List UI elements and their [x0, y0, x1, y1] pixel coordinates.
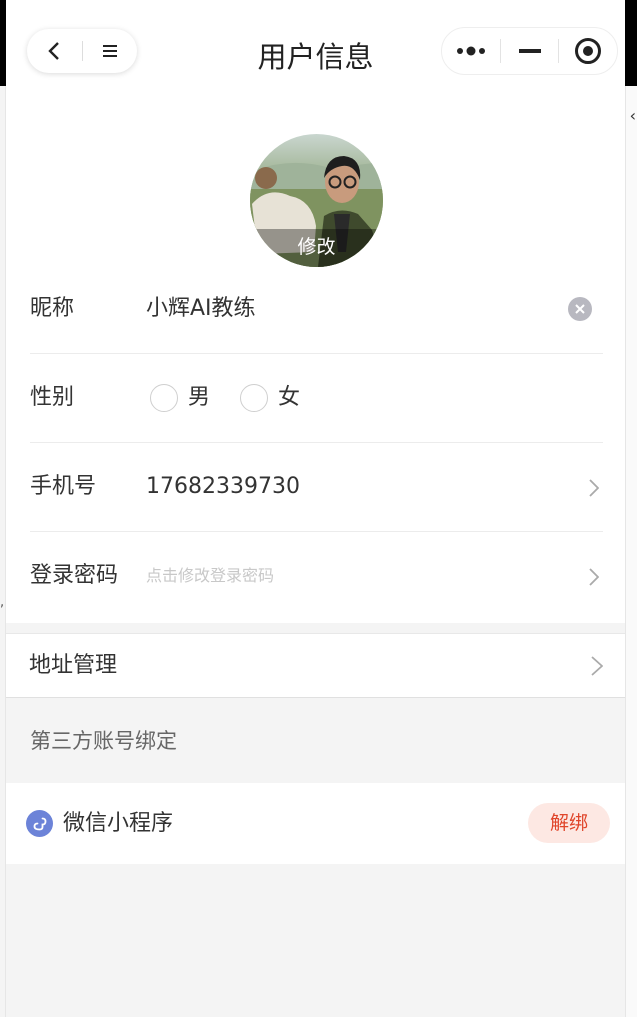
phone-label: 手机号 [30, 474, 97, 499]
gender-male-label[interactable]: 男 [188, 354, 210, 442]
phone-value: 17682339730 [146, 474, 300, 499]
gender-male-radio[interactable] [150, 384, 178, 412]
wechat-mini-program-label: 微信小程序 [63, 811, 174, 836]
address-management-row[interactable]: 地址管理 [6, 633, 625, 698]
gender-female-radio[interactable] [240, 384, 268, 412]
nickname-row[interactable]: 昵称 小辉AI教练 [30, 265, 603, 354]
chevron-right-icon [591, 656, 603, 676]
nickname-label: 昵称 [30, 296, 75, 321]
chevron-right-icon [589, 479, 599, 497]
mini-program-page: 用户信息 修改 昵称 小辉AI教练 性别 男 女 手机号 17682339730… [6, 0, 625, 1017]
background-text-mark: , [0, 595, 5, 610]
chevron-left-icon: ‹ [629, 106, 636, 125]
more-dots-icon [456, 46, 485, 56]
gender-row: 性别 男 女 [30, 354, 603, 443]
link-icon [33, 817, 46, 830]
navigation-bar: 用户信息 [6, 0, 625, 100]
avatar-edit-label[interactable]: 修改 [250, 229, 383, 267]
gender-label: 性别 [30, 385, 75, 410]
clear-nickname-button[interactable] [568, 297, 592, 321]
clear-icon [575, 304, 585, 314]
phone-row[interactable]: 手机号 17682339730 [30, 443, 603, 532]
third-party-section-title: 第三方账号绑定 [30, 729, 177, 753]
more-button[interactable] [442, 28, 500, 74]
close-target-icon [575, 38, 602, 64]
avatar[interactable]: 修改 [250, 134, 383, 267]
password-placeholder: 点击修改登录密码 [146, 566, 275, 585]
password-label: 登录密码 [30, 563, 119, 588]
gender-female-label[interactable]: 女 [278, 354, 300, 442]
minimize-button[interactable] [501, 28, 559, 74]
profile-form-card: 修改 昵称 小辉AI教练 性别 男 女 手机号 17682339730 登录密码… [6, 100, 625, 623]
minimize-icon [518, 49, 541, 53]
address-label: 地址管理 [29, 653, 118, 678]
mini-program-icon [26, 810, 53, 837]
background-window-edge-right [625, 86, 637, 1017]
nickname-input[interactable]: 小辉AI教练 [146, 265, 256, 353]
nav-capsule-right [441, 27, 618, 75]
password-row[interactable]: 登录密码 点击修改登录密码 [30, 532, 603, 621]
close-button[interactable] [559, 28, 617, 74]
chevron-right-icon [589, 568, 599, 586]
wechat-binding-row: 微信小程序 解绑 [6, 783, 625, 864]
unbind-button[interactable]: 解绑 [528, 803, 610, 843]
